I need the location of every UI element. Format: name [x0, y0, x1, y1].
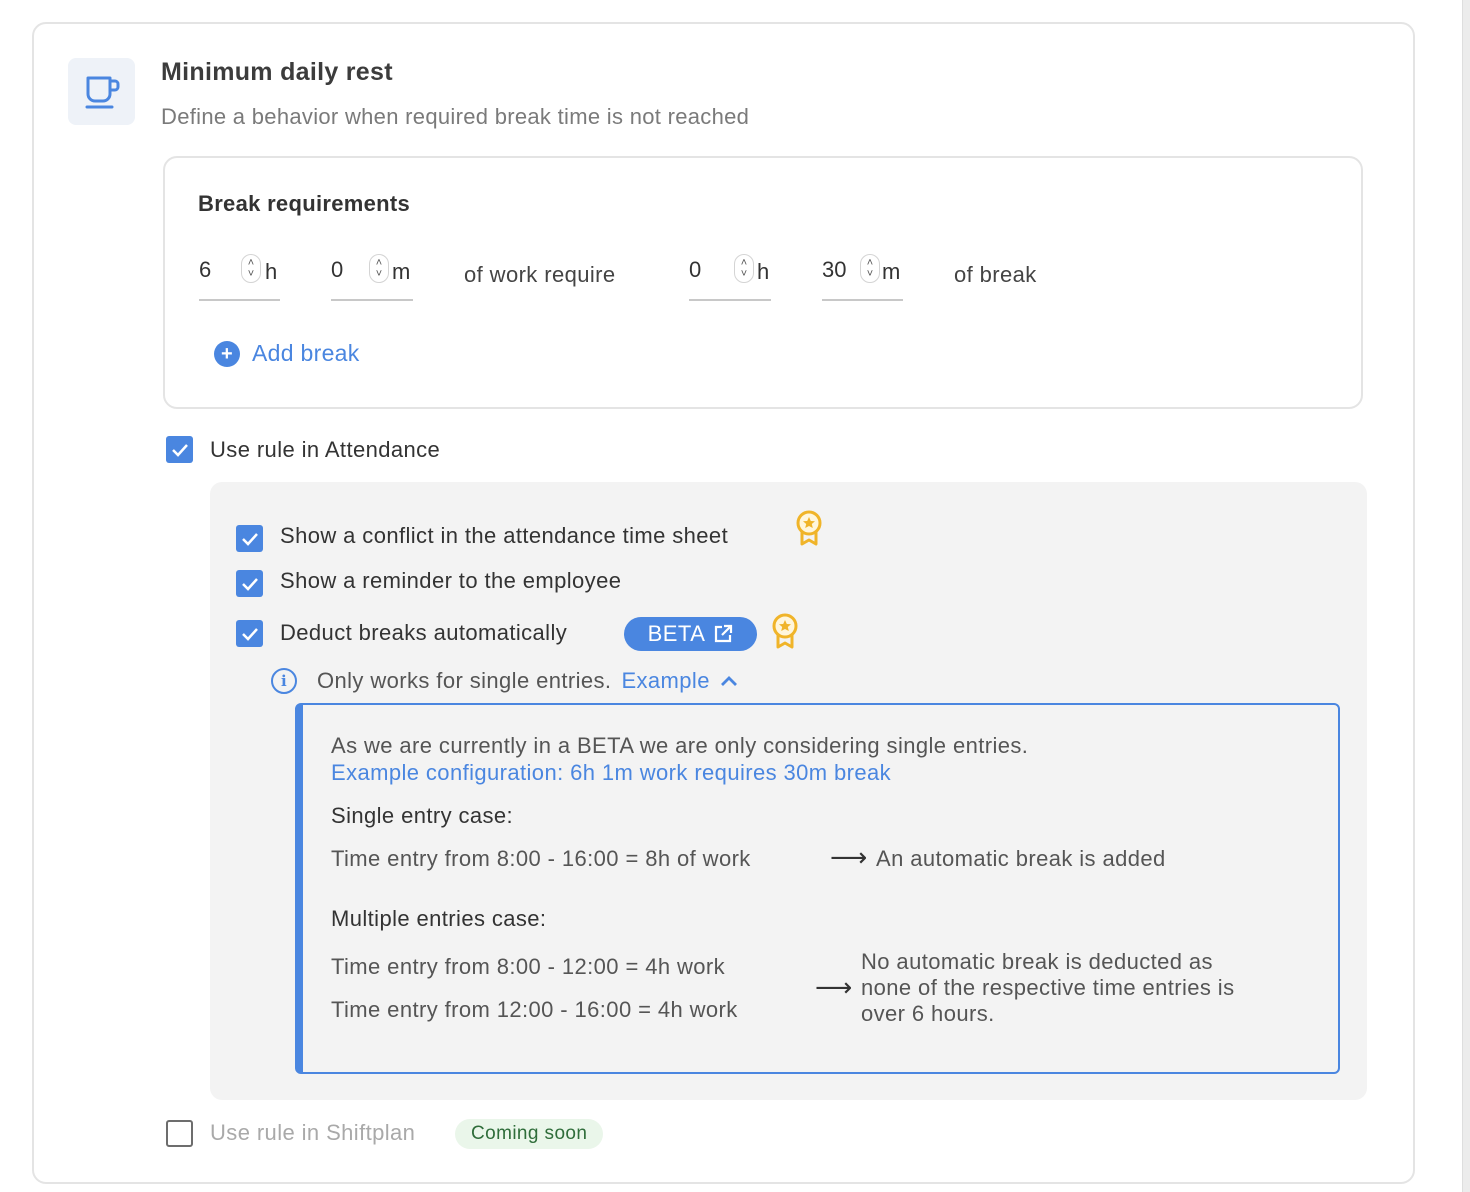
break-minutes-input[interactable]: 30 ˄ ˅ m: [822, 253, 903, 301]
scrollbar-track[interactable]: [1462, 0, 1470, 1192]
reminder-checkbox[interactable]: [236, 570, 263, 597]
external-link-icon: [715, 624, 733, 643]
checkmark-icon: [241, 532, 258, 546]
coming-soon-badge: Coming soon: [455, 1119, 604, 1149]
arrow-right-icon: ⟶: [815, 972, 853, 1002]
work-require-text: of work require: [464, 262, 616, 287]
checkmark-icon: [241, 627, 258, 641]
break-hours-stepper[interactable]: ˄ ˅: [734, 254, 754, 283]
reminder-label: Show a reminder to the employee: [280, 568, 622, 593]
work-minutes-unit: m: [392, 259, 411, 284]
work-hours-stepper[interactable]: ˄ ˅: [241, 254, 261, 283]
multi-entry-result-3: over 6 hours.: [861, 1001, 995, 1026]
break-hours-value: 0: [689, 257, 702, 282]
single-entry-text: Time entry from 8:00 - 16:00 = 8h of wor…: [331, 846, 751, 871]
example-intro: As we are currently in a BETA we are onl…: [331, 733, 1029, 758]
plus-circle-icon: +: [214, 340, 240, 367]
add-break-label: Add break: [252, 340, 360, 366]
deduct-breaks-label: Deduct breaks automatically: [280, 620, 568, 645]
add-break-button[interactable]: + Add break: [214, 340, 360, 367]
attendance-label: Use rule in Attendance: [210, 437, 441, 462]
work-hours-value: 6: [199, 257, 212, 282]
example-config: Example configuration: 6h 1m work requir…: [331, 760, 892, 785]
section-subtitle: Define a behavior when required break ti…: [161, 104, 750, 129]
beta-label: BETA: [647, 621, 706, 646]
shiftplan-label: Use rule in Shiftplan: [210, 1120, 416, 1145]
section-title: Minimum daily rest: [161, 58, 393, 86]
single-entries-info: i Only works for single entries. Example: [271, 668, 738, 694]
info-icon: i: [271, 668, 297, 694]
work-hours-input[interactable]: 6 ˄ ˅ h: [199, 253, 280, 301]
work-minutes-stepper[interactable]: ˄ ˅: [369, 254, 389, 283]
premium-award-icon: [772, 613, 798, 649]
chevron-up-icon: [720, 676, 737, 686]
conflict-label: Show a conflict in the attendance time s…: [280, 523, 729, 548]
conflict-checkbox[interactable]: [236, 525, 263, 552]
info-text: Only works for single entries.: [317, 668, 612, 693]
checkmark-icon: [241, 577, 258, 591]
beta-badge-link[interactable]: BETA: [624, 617, 757, 651]
break-hours-input[interactable]: 0 ˄ ˅ h: [689, 253, 771, 301]
work-minutes-value: 0: [331, 257, 344, 282]
multi-entry-result-1: No automatic break is deducted as: [861, 949, 1213, 974]
deduct-breaks-checkbox[interactable]: [236, 620, 263, 647]
arrow-right-icon: ⟶: [830, 842, 868, 872]
multi-entry-title: Multiple entries case:: [331, 906, 547, 931]
example-link-label: Example: [621, 668, 710, 693]
multi-entry-result-2: none of the respective time entries is: [861, 975, 1235, 1000]
premium-award-icon: [796, 510, 822, 546]
coffee-cup-icon: [68, 58, 135, 125]
single-entry-result: An automatic break is added: [876, 846, 1166, 871]
example-toggle-link[interactable]: Example: [621, 668, 737, 694]
shiftplan-checkbox[interactable]: [166, 1120, 193, 1147]
break-requirements-title: Break requirements: [198, 191, 411, 216]
break-hours-unit: h: [757, 259, 770, 284]
work-minutes-input[interactable]: 0 ˄ ˅ m: [331, 253, 413, 301]
work-hours-unit: h: [265, 259, 278, 284]
attendance-checkbox[interactable]: [166, 436, 193, 463]
single-entry-title: Single entry case:: [331, 803, 514, 828]
multi-entry-text-2: Time entry from 12:00 - 16:00 = 4h work: [331, 997, 738, 1022]
break-minutes-stepper[interactable]: ˄ ˅: [860, 254, 880, 283]
break-minutes-unit: m: [882, 259, 901, 284]
multi-entry-text-1: Time entry from 8:00 - 12:00 = 4h work: [331, 954, 726, 979]
break-minutes-value: 30: [822, 257, 847, 282]
checkmark-icon: [171, 443, 188, 457]
of-break-text: of break: [954, 262, 1037, 287]
